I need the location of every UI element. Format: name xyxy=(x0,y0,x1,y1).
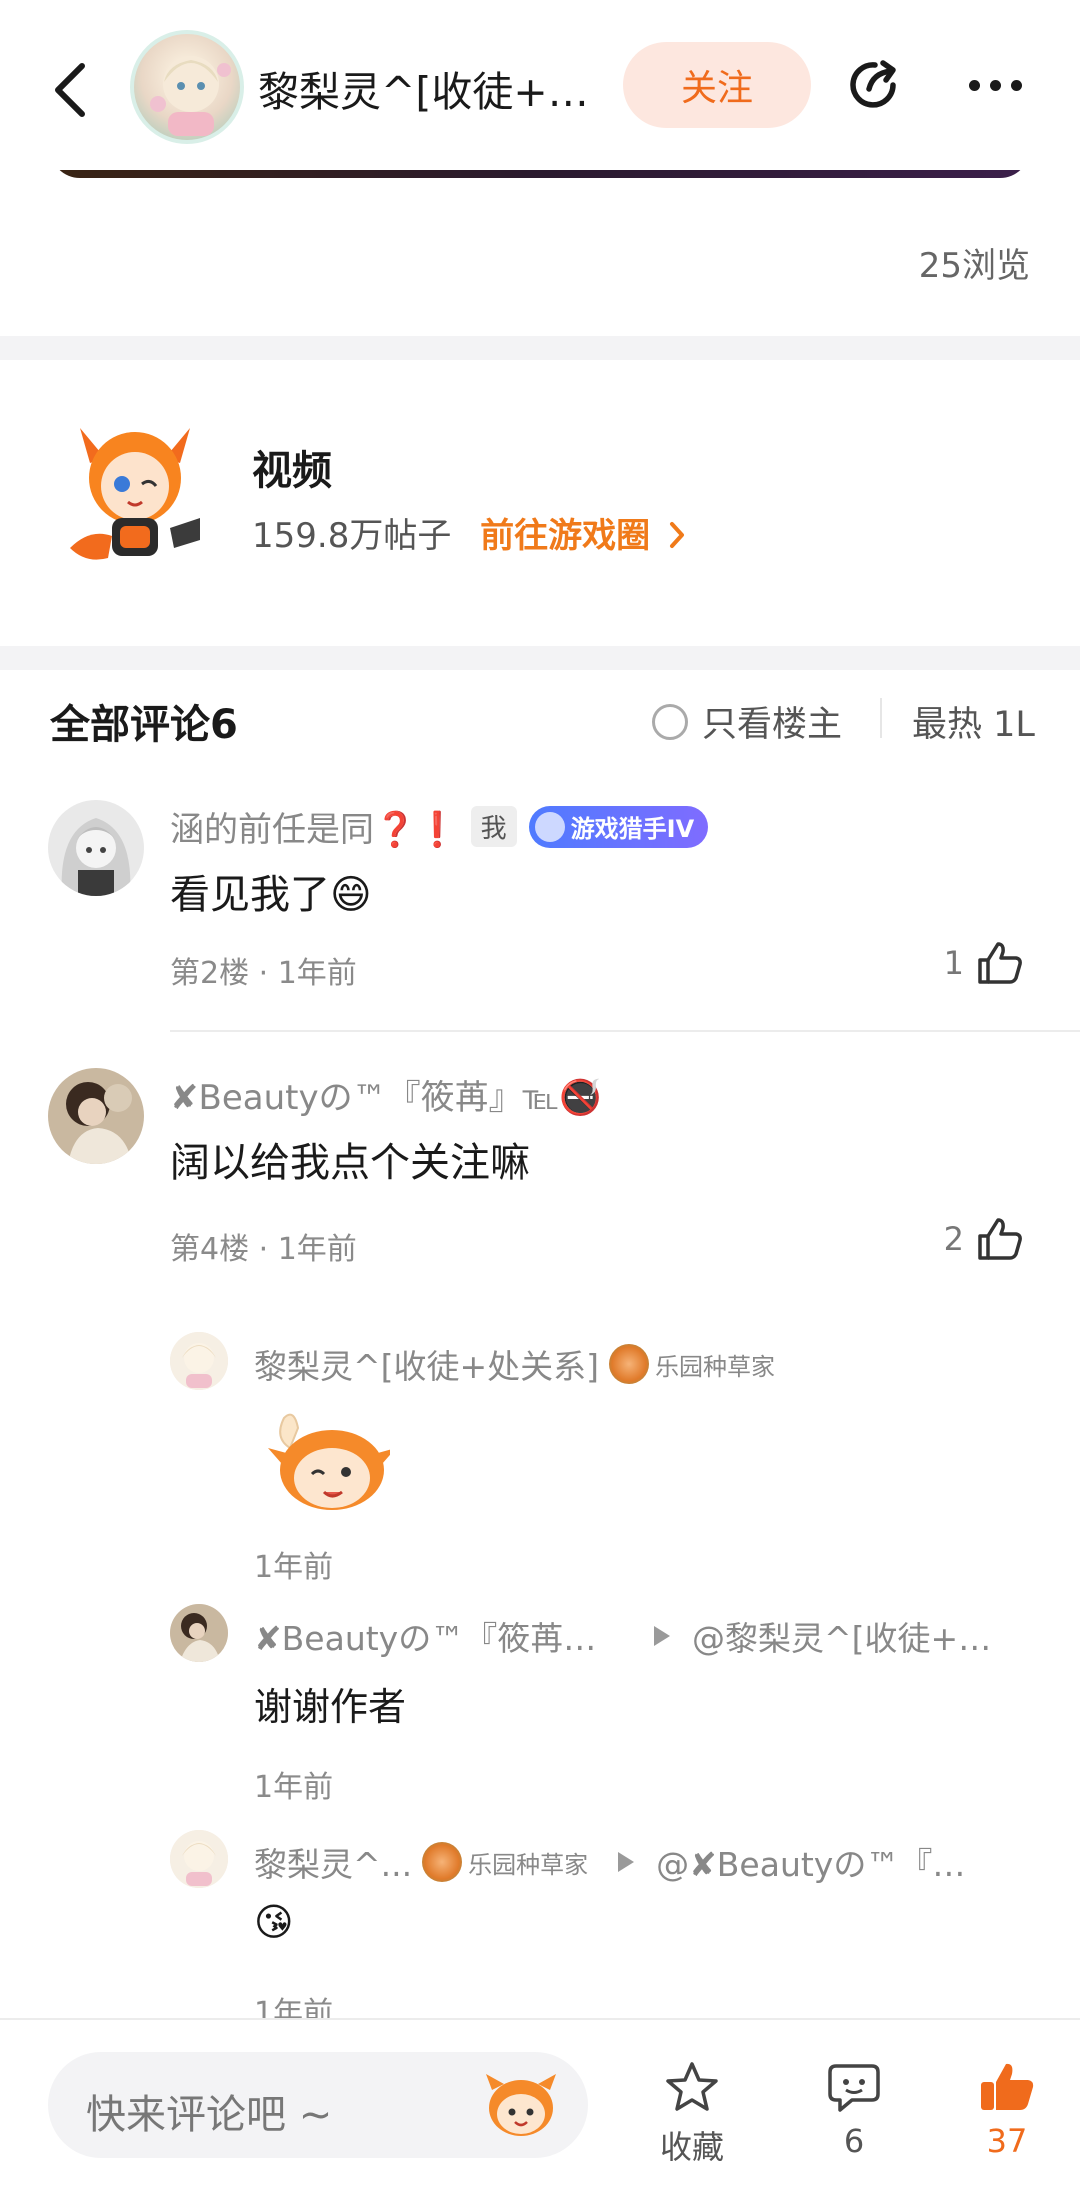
section-divider xyxy=(0,336,1080,360)
comment-input[interactable]: 快来评论吧 ~ xyxy=(48,2052,588,2158)
replier-avatar[interactable] xyxy=(170,1830,228,1888)
title-badge: 乐园种草家 xyxy=(609,1344,775,1384)
reply-target[interactable]: @✘Beautyの™『筱... xyxy=(656,1838,986,1886)
comment-like-button[interactable]: 1 xyxy=(944,940,1024,986)
more-icon[interactable] xyxy=(960,60,1030,110)
follow-button[interactable]: 关注 xyxy=(623,42,811,128)
back-button[interactable] xyxy=(40,55,100,125)
avatar-image xyxy=(48,800,144,896)
commenter-name[interactable]: 涵的前任是同❓❗ xyxy=(170,802,459,851)
avatar-image xyxy=(170,1604,228,1662)
comment-icon xyxy=(828,2064,880,2112)
replier-name[interactable]: 黎梨灵^[收徒+处关系] xyxy=(254,1340,599,1388)
author-name[interactable]: 黎梨灵^[收徒+处关系] xyxy=(258,58,598,118)
author-avatar-image xyxy=(150,56,231,136)
reply-item: 黎梨灵^[收徒+处关系] 乐园种草家 1年前 xyxy=(170,1332,1050,1585)
sticker-image[interactable] xyxy=(254,1408,390,1518)
only-op-label: 只看楼主 xyxy=(702,705,843,745)
game-circle-card[interactable]: 视频 159.8万帖子 前往游戏圈 xyxy=(0,360,1080,646)
view-count: 25浏览 xyxy=(918,246,1030,286)
badge-label: 乐园种草家 xyxy=(468,1850,589,1879)
reply-item: ✘Beautyの™『筱苒』... @黎梨灵^[收徒+处... 谢谢作者 1年前 xyxy=(170,1604,1050,1805)
reply-meta: 1年前 xyxy=(254,1550,334,1585)
commenter-name[interactable]: ✘Beautyの™『筱苒』℡🚭 xyxy=(170,1070,601,1119)
comments-title: 全部评论6 xyxy=(50,702,238,748)
level-badge: 游戏猎手IV xyxy=(528,805,709,848)
me-tag: 我 xyxy=(470,806,517,847)
only-op-toggle[interactable]: 只看楼主 xyxy=(652,696,842,747)
comment-text: 看见我了😄 xyxy=(170,872,372,918)
go-to-circle-link[interactable]: 前往游戏圈 xyxy=(480,516,688,556)
header-separator xyxy=(880,698,882,738)
badge-icon xyxy=(609,1344,650,1384)
title-badge: 乐园种草家 xyxy=(422,1842,588,1882)
comment-divider xyxy=(170,1030,1080,1032)
badge-icon xyxy=(534,811,565,842)
reply-target[interactable]: @黎梨灵^[收徒+处... xyxy=(692,1612,1022,1660)
replier-name[interactable]: ✘Beautyの™『筱苒』... xyxy=(254,1612,624,1660)
commenter-name-row: ✘Beautyの™『筱苒』℡🚭 xyxy=(170,1070,601,1119)
game-circle-post-count: 159.8万帖子 xyxy=(252,516,452,556)
replier-name-row: 黎梨灵^... 乐园种草家 @✘Beautyの™『筱... xyxy=(254,1838,986,1886)
comment-meta: 第2楼 · 1年前 xyxy=(170,956,357,991)
badge-label: 游戏猎手IV xyxy=(570,815,695,843)
bottom-action-bar: 快来评论吧 ~ 收藏 6 37 xyxy=(0,2018,1080,2190)
sort-selector[interactable]: 最热 1L xyxy=(912,696,1035,747)
reply-meta: 1年前 xyxy=(254,1770,334,1805)
commenter-avatar[interactable] xyxy=(48,800,144,896)
comment-text: 阔以给我点个关注嘛 xyxy=(170,1140,530,1186)
like-count: 37 xyxy=(986,2122,1028,2160)
author-avatar[interactable] xyxy=(130,30,244,144)
avatar-image xyxy=(170,1830,228,1888)
share-icon xyxy=(850,60,896,108)
reply-item: 黎梨灵^... 乐园种草家 @✘Beautyの™『筱... 😘 1年前 xyxy=(170,1830,1050,2031)
replier-name[interactable]: 黎梨灵^... xyxy=(254,1838,412,1886)
comment-meta: 第4楼 · 1年前 xyxy=(170,1232,357,1267)
chevron-right-icon xyxy=(670,522,684,548)
commenter-avatar[interactable] xyxy=(48,1068,144,1164)
comments-header: 全部评论6 只看楼主 最热 1L xyxy=(0,670,1080,770)
replier-name-row: 黎梨灵^[收徒+处关系] 乐园种草家 xyxy=(254,1340,775,1388)
game-circle-mascot xyxy=(70,428,200,560)
thumb-up-icon xyxy=(978,942,1022,984)
game-circle-meta: 159.8万帖子 前往游戏圈 xyxy=(252,508,688,557)
replier-avatar[interactable] xyxy=(170,1604,228,1662)
sticker-button-icon[interactable] xyxy=(482,2066,560,2144)
go-to-circle-label: 前往游戏圈 xyxy=(480,516,651,556)
replier-name-row: ✘Beautyの™『筱苒』... @黎梨灵^[收徒+处... xyxy=(254,1612,1022,1660)
avatar-image xyxy=(170,1332,228,1390)
badge-label: 乐园种草家 xyxy=(655,1352,776,1381)
thumb-up-icon xyxy=(978,1218,1022,1260)
radio-icon xyxy=(652,703,688,740)
section-divider xyxy=(0,646,1080,670)
thumb-up-icon xyxy=(981,2063,1034,2110)
comment-count: 6 xyxy=(843,2122,865,2160)
favorite-button[interactable]: 收藏 xyxy=(632,2060,752,2168)
comment-like-count: 2 xyxy=(943,1220,964,1258)
favorite-label: 收藏 xyxy=(659,2128,724,2166)
replier-avatar[interactable] xyxy=(170,1332,228,1390)
game-circle-name: 视频 xyxy=(252,448,332,494)
commenter-name-row: 涵的前任是同❓❗ 我 游戏猎手IV xyxy=(170,802,709,851)
avatar-image xyxy=(48,1068,144,1164)
top-bar: 黎梨灵^[收徒+处关系] 关注 xyxy=(0,0,1080,170)
comment-like-button[interactable]: 2 xyxy=(944,1216,1024,1262)
comment-button[interactable]: 6 xyxy=(794,2060,914,2160)
comment-input-placeholder: 快来评论吧 ~ xyxy=(86,2092,333,2138)
star-icon xyxy=(666,2062,718,2111)
comment-like-count: 1 xyxy=(943,944,964,982)
back-arrow-icon xyxy=(55,63,85,117)
share-button[interactable] xyxy=(845,55,905,115)
reply-arrow-icon xyxy=(618,1852,635,1872)
reply-arrow-icon xyxy=(654,1626,670,1646)
like-button[interactable]: 37 xyxy=(947,2060,1067,2160)
reply-text: 谢谢作者 xyxy=(254,1685,407,1729)
reply-text: 😘 xyxy=(254,1900,294,1944)
badge-icon xyxy=(422,1842,463,1882)
